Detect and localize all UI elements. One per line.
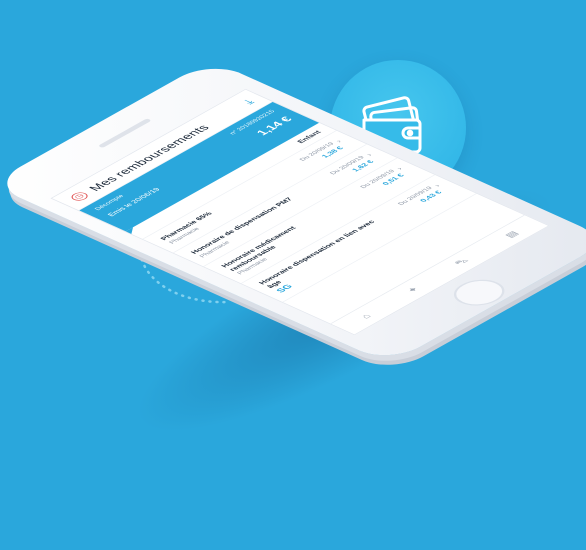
phone-wrap: ◷ Mes remboursements ⤓ Décompte n° 20180… (0, 0, 586, 550)
phone-speaker (97, 118, 152, 149)
home-icon[interactable]: ⌂ (358, 312, 373, 319)
chevron-right-icon: › (363, 152, 375, 158)
chevron-right-icon: › (394, 165, 405, 171)
chevron-right-icon: › (333, 138, 344, 144)
home-button[interactable] (443, 274, 515, 311)
phone: ◷ Mes remboursements ⤓ Décompte n° 20180… (0, 59, 586, 365)
chevron-right-icon: › (431, 182, 443, 188)
clock-icon[interactable]: ◷ (67, 190, 91, 203)
car-icon[interactable]: ⛍ (452, 257, 473, 267)
wallet-tab-icon[interactable]: ✦ (404, 285, 422, 295)
stage: ◷ Mes remboursements ⤓ Décompte n° 20180… (0, 0, 586, 550)
card-icon[interactable]: ▤ (502, 230, 521, 239)
